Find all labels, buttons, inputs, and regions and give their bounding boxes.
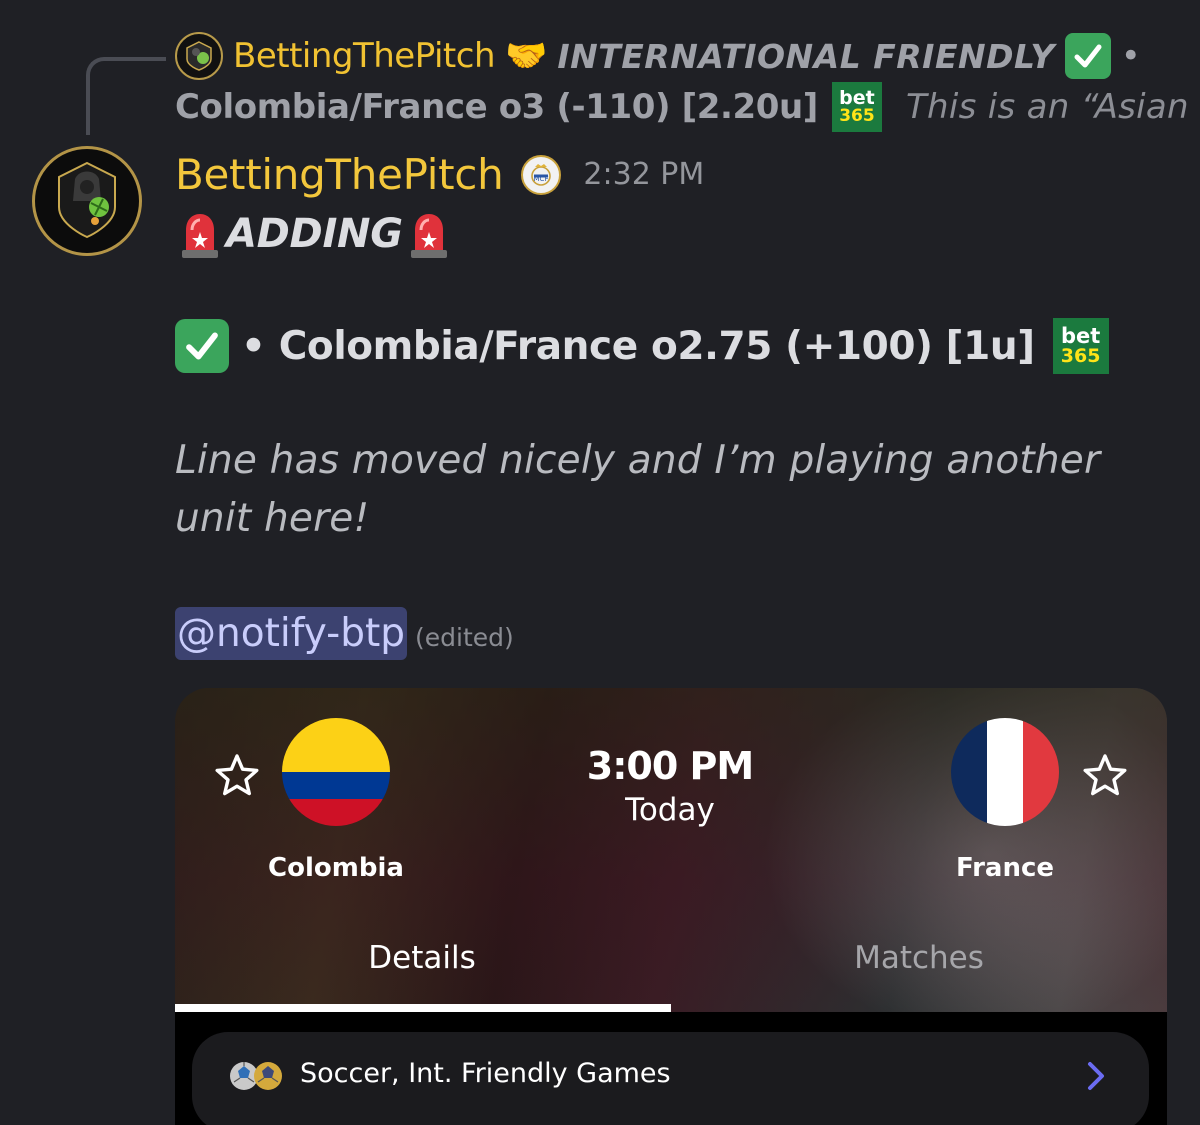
reply-author[interactable]: BettingThePitch: [233, 36, 496, 76]
reply-header[interactable]: BettingThePitch 🤝 INTERNATIONAL FRIENDLY…: [175, 32, 1141, 80]
match-time: 3:00 PM: [586, 744, 754, 788]
tab-details[interactable]: Details: [272, 940, 572, 976]
author-avatar[interactable]: [32, 146, 142, 256]
reply-bet-text: Colombia/France o3 (-110) [2.20u]: [175, 87, 818, 127]
reply-connector: [86, 57, 166, 135]
adding-header: ADDING: [178, 208, 451, 260]
discord-message-view: BettingThePitch 🤝 INTERNATIONAL FRIENDLY…: [0, 0, 1200, 1125]
svg-text:MCF: MCF: [534, 175, 549, 183]
edited-label: (edited): [415, 623, 514, 652]
siren-icon: [182, 214, 218, 258]
france-flag: [951, 718, 1059, 826]
reply-avatar[interactable]: [175, 32, 223, 80]
reply-content[interactable]: Colombia/France o3 (-110) [2.20u] bet 36…: [175, 82, 1200, 132]
message-comment: Line has moved nicely and I’m playing an…: [175, 438, 1101, 541]
bet-line: • Colombia/France o2.75 (+100) [1u] bet …: [175, 318, 1109, 374]
message-timestamp: 2:32 PM: [583, 157, 705, 192]
star-icon[interactable]: [214, 752, 260, 798]
chevron-right-icon[interactable]: [1082, 1060, 1110, 1092]
club-badge-icon[interactable]: MCF: [521, 154, 562, 195]
reply-bullet: •: [1120, 36, 1141, 76]
adding-text: ADDING: [226, 211, 403, 257]
message-author[interactable]: BettingThePitch: [175, 150, 504, 199]
check-icon: [175, 319, 229, 373]
colombia-flag: [282, 718, 390, 826]
bet365-top: bet: [1060, 324, 1101, 348]
reply-title: INTERNATIONAL FRIENDLY: [557, 36, 1055, 76]
home-team-name[interactable]: Colombia: [236, 853, 436, 883]
star-icon[interactable]: [1082, 752, 1128, 798]
reply-preview-text: This is an “Asian …: [905, 87, 1200, 127]
tab-matches[interactable]: Matches: [769, 940, 1069, 976]
handshake-icon: 🤝: [505, 36, 548, 76]
match-day: Today: [625, 792, 715, 828]
role-mention[interactable]: @notify-btp: [175, 607, 408, 660]
bet365-bottom: 365: [839, 106, 875, 126]
bet-text: • Colombia/France o2.75 (+100) [1u]: [241, 323, 1035, 369]
mention-row: @notify-btp (edited): [175, 607, 514, 660]
active-tab-indicator: [175, 1004, 671, 1012]
bet365-logo: bet 365: [831, 82, 882, 132]
bet365-bottom: 365: [1060, 345, 1101, 367]
league-text: Soccer, Int. Friendly Games: [300, 1058, 671, 1089]
check-icon: [1064, 33, 1111, 79]
siren-icon: [410, 214, 447, 258]
away-team-name[interactable]: France: [905, 853, 1105, 883]
bet365-logo: bet 365: [1052, 318, 1109, 374]
soccer-balls-icon: [230, 1062, 282, 1090]
message-header: BettingThePitch MCF 2:32 PM: [175, 150, 704, 199]
